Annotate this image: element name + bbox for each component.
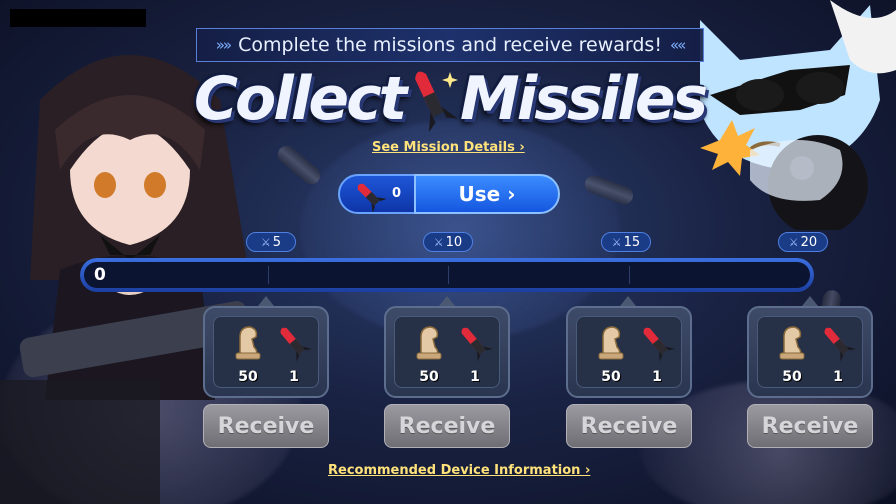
receive-button[interactable]: Receive — [566, 404, 692, 448]
missile-count: 0 — [392, 186, 402, 201]
missile-quantity: 1 — [833, 369, 843, 385]
see-mission-details-link[interactable]: See Mission Details › — [372, 140, 525, 155]
gold-coin-horse-icon — [416, 326, 442, 360]
milestone-badge: ⚔ 10 — [423, 232, 473, 252]
receive-button[interactable]: Receive — [384, 404, 510, 448]
missile-use-control: 0 Use › — [338, 174, 560, 214]
coin-quantity: 50 — [238, 369, 258, 385]
milestone-label: 5 — [272, 234, 282, 250]
missile-icon — [280, 327, 312, 362]
progress-tick — [268, 266, 269, 284]
reward-card: 50 1 — [203, 306, 329, 398]
shell-casing — [274, 142, 324, 188]
missile-quantity: 1 — [652, 369, 662, 385]
receive-button[interactable]: Receive — [203, 404, 329, 448]
reward-card-inner: 50 1 — [757, 316, 863, 388]
reward-card: 50 1 — [747, 306, 873, 398]
milestone-label: 15 — [623, 234, 641, 250]
chevron-right-decor: «« — [669, 36, 686, 54]
progress-value: 0 — [94, 265, 106, 285]
gold-coin-horse-icon — [598, 326, 624, 360]
bomb-cat-character-illustration — [700, 0, 896, 230]
progress-tick — [448, 266, 449, 284]
receive-button[interactable]: Receive — [747, 404, 873, 448]
milestone-label: 10 — [445, 234, 463, 250]
reward-card-inner: 50 1 — [576, 316, 682, 388]
milestone-label: 20 — [800, 234, 818, 250]
missile-icon — [415, 71, 458, 133]
milestone-badge: ⚔ 5 — [246, 232, 296, 252]
progress-tick — [629, 266, 630, 284]
reward-pointer — [439, 296, 455, 306]
mission-text: Complete the missions and receive reward… — [238, 34, 662, 56]
title-word-collect: Collect — [194, 64, 407, 134]
crossed-swords-icon: ⚔ — [788, 235, 799, 249]
coin-quantity: 50 — [782, 369, 802, 385]
reward-pointer — [258, 296, 274, 306]
reward-pointer — [802, 296, 818, 306]
reward-card-inner: 50 1 — [213, 316, 319, 388]
redaction-block — [10, 9, 146, 27]
missile-icon — [824, 327, 856, 362]
missile-icon — [357, 183, 386, 212]
missile-icon — [461, 327, 493, 362]
gold-coin-horse-icon — [779, 326, 805, 360]
reward-card: 50 1 — [384, 306, 510, 398]
reward-card: 50 1 — [566, 306, 692, 398]
missile-icon — [643, 327, 675, 362]
coin-quantity: 50 — [601, 369, 621, 385]
reward-card-inner: 50 1 — [394, 316, 500, 388]
coin-quantity: 50 — [419, 369, 439, 385]
missile-quantity: 1 — [289, 369, 299, 385]
mission-banner: »» Complete the missions and receive rew… — [196, 28, 704, 62]
event-title: Collect Missiles — [190, 62, 710, 136]
milestone-badge: ⚔ 20 — [778, 232, 828, 252]
missile-quantity: 1 — [470, 369, 480, 385]
crossed-swords-icon: ⚔ — [433, 235, 444, 249]
progress-track: 0 — [84, 262, 810, 288]
reward-pointer — [620, 296, 636, 306]
mission-progress-bar: 0 — [80, 258, 814, 292]
chevron-left-decor: »» — [215, 36, 232, 54]
recommended-device-info-link[interactable]: Recommended Device Information › — [328, 463, 590, 478]
crossed-swords-icon: ⚔ — [611, 235, 622, 249]
crossed-swords-icon: ⚔ — [260, 235, 271, 249]
use-missile-button[interactable]: Use › — [414, 174, 560, 214]
gold-coin-horse-icon — [235, 326, 261, 360]
milestone-badge: ⚔ 15 — [601, 232, 651, 252]
title-word-missiles: Missiles — [460, 64, 708, 134]
